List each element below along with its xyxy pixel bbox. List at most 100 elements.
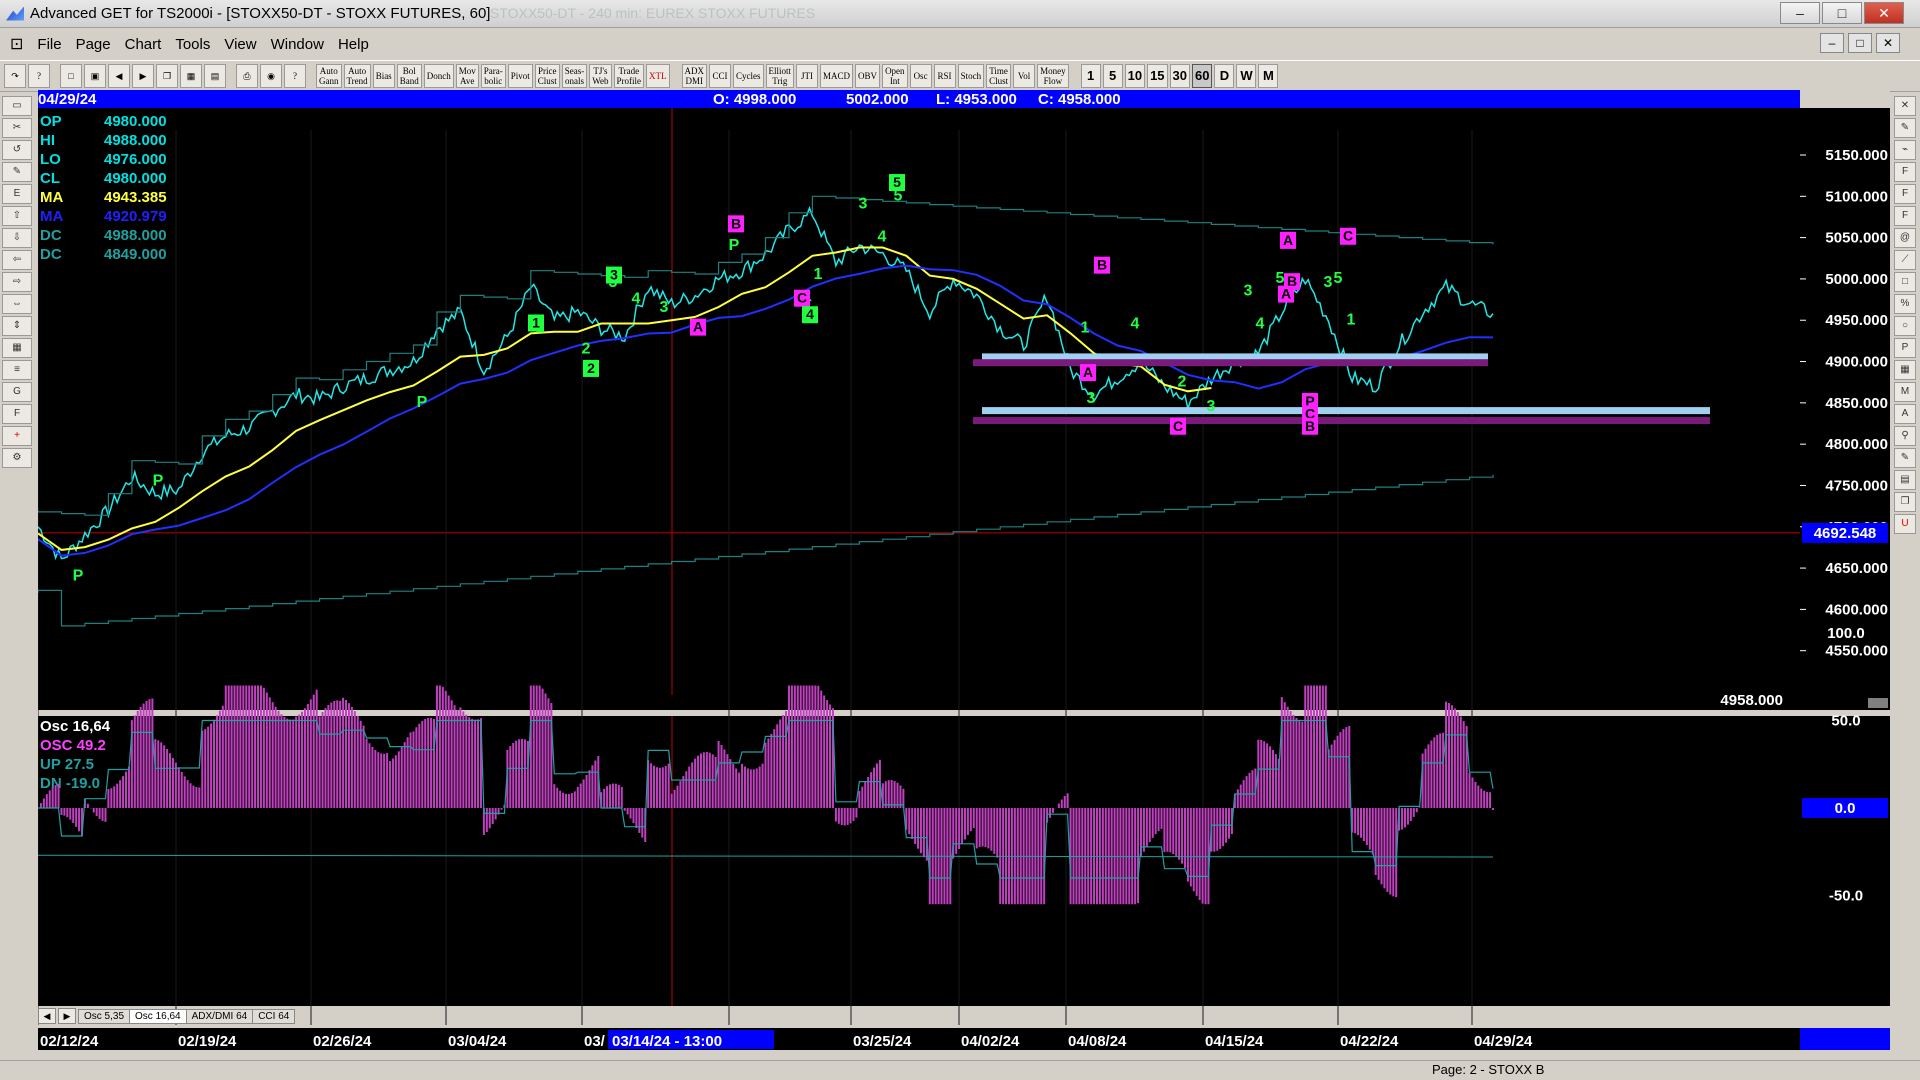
tool-zoom-out-icon[interactable]: ⇕ — [2, 316, 32, 336]
study-button-elliott-trig[interactable]: Elliott Trig — [765, 64, 795, 88]
tool-pencil-icon[interactable]: ✎ — [1894, 118, 1916, 138]
timeframe-button-m[interactable]: M — [1258, 64, 1279, 88]
tab-adx-dmi[interactable]: ADX/DMI 64 — [185, 1008, 254, 1024]
tool-left-icon[interactable]: ⇦ — [2, 250, 32, 270]
scroll-left-icon[interactable]: ◀ — [108, 64, 130, 88]
mdi-close-icon[interactable]: ✕ — [1876, 33, 1900, 53]
fit-icon[interactable]: ▤ — [204, 64, 226, 88]
tool-fib-ret-icon[interactable]: F — [1894, 162, 1916, 182]
study-button-seas-onals[interactable]: Seas- onals — [561, 64, 588, 88]
study-button-para-bolic[interactable]: Para- bolic — [480, 64, 506, 88]
timeframe-button-60[interactable]: 60 — [1192, 64, 1213, 88]
tool-fib-ext-icon[interactable]: F — [1894, 184, 1916, 204]
chart-area[interactable]: 04/29/24 O: 4998.000 5002.000 L: 4953.000 C:… — [38, 90, 1890, 1055]
menu-view[interactable]: View — [224, 36, 256, 53]
tool-scissors-icon[interactable]: ✂ — [2, 118, 32, 138]
timeframe-button-d[interactable]: D — [1214, 64, 1235, 88]
context-help-icon[interactable]: ? — [284, 64, 306, 88]
tool-down-icon[interactable]: ⇩ — [2, 228, 32, 248]
mdi-minimize-icon[interactable]: – — [1820, 33, 1844, 53]
tool-paint-icon[interactable]: ✎ — [1894, 448, 1916, 468]
study-button-cycles[interactable]: Cycles — [733, 64, 764, 88]
tool-spiral-icon[interactable]: @ — [1894, 228, 1916, 248]
study-button-time-clust[interactable]: Time Clust — [986, 64, 1012, 88]
tool-grid-icon[interactable]: ▦ — [1894, 360, 1916, 380]
timeframe-button-15[interactable]: 15 — [1147, 64, 1168, 88]
pointer-icon[interactable]: ↷ — [4, 64, 26, 88]
mdi-restore-icon[interactable]: □ — [1848, 33, 1872, 53]
tool-zoom-in-icon[interactable]: ⇔ — [2, 294, 32, 314]
study-button-stoch[interactable]: Stoch — [957, 64, 985, 88]
study-button-open-int[interactable]: Open Int — [882, 64, 908, 88]
tool-magnify-icon[interactable]: ⚲ — [1894, 426, 1916, 446]
timeframe-button-30[interactable]: 30 — [1169, 64, 1190, 88]
bulb-icon[interactable]: ◉ — [260, 64, 282, 88]
study-button-obv[interactable]: OBV — [855, 64, 881, 88]
tool-up-icon[interactable]: ⇧ — [2, 206, 32, 226]
tab-cci[interactable]: CCI 64 — [252, 1008, 296, 1024]
study-button-money-flow[interactable]: Money Flow — [1037, 64, 1069, 88]
tool-text-icon[interactable]: A — [1894, 404, 1916, 424]
menu-help[interactable]: Help — [338, 36, 369, 53]
print-icon[interactable]: ⎙ — [236, 64, 258, 88]
study-button-xtl[interactable]: XTL — [646, 64, 670, 88]
tab-osc-16-64[interactable]: Osc 16,64 — [129, 1008, 187, 1024]
tool-fan-icon[interactable]: ⟋ — [1894, 250, 1916, 270]
tool-gann-icon[interactable]: G — [2, 382, 32, 402]
tool-calc-icon[interactable]: ▤ — [1894, 470, 1916, 490]
tool-fib-icon[interactable]: F — [2, 404, 32, 424]
open-icon[interactable]: ▣ — [84, 64, 106, 88]
study-button-trade-profile[interactable]: Trade Profile — [613, 64, 645, 88]
tab-prev-icon[interactable]: ◀ — [38, 1008, 56, 1024]
study-button-mov-ave[interactable]: Mov Ave — [455, 64, 479, 88]
maximize-button[interactable]: □ — [1822, 2, 1862, 24]
study-button-donch[interactable]: Donch — [423, 64, 454, 88]
tool-study-icon[interactable]: ✎ — [2, 162, 32, 182]
study-button-bol-band[interactable]: Bol Band — [396, 64, 422, 88]
grid-icon[interactable]: ▦ — [180, 64, 202, 88]
menu-window[interactable]: Window — [271, 36, 324, 53]
study-button-cci[interactable]: CCI — [709, 64, 732, 88]
tool-copy-icon[interactable]: ❐ — [1894, 492, 1916, 512]
study-button-jti[interactable]: JTI — [796, 64, 819, 88]
tool-ellipse-icon[interactable]: ○ — [1894, 316, 1916, 336]
tool-folder-icon[interactable]: ▭ — [2, 96, 32, 116]
new-page-icon[interactable]: □ — [60, 64, 82, 88]
tool-right-icon[interactable]: ⇨ — [2, 272, 32, 292]
tool-cross-icon[interactable]: + — [2, 426, 32, 446]
study-button-auto-gann[interactable]: Auto Gann — [316, 64, 342, 88]
tool-brush-icon[interactable]: ⌁ — [1894, 140, 1916, 160]
study-button-auto-trend[interactable]: Auto Trend — [343, 64, 371, 88]
menu-page[interactable]: Page — [76, 36, 111, 53]
tool-pti-icon[interactable]: P — [1894, 338, 1916, 358]
tool-page-icon[interactable]: □ — [1894, 272, 1916, 292]
close-button[interactable]: ✕ — [1864, 2, 1904, 24]
study-button-vol[interactable]: Vol — [1013, 64, 1036, 88]
tool-pct-icon[interactable]: % — [1894, 294, 1916, 314]
study-button-bias[interactable]: Bias — [372, 64, 395, 88]
timeframe-button-10[interactable]: 10 — [1124, 64, 1146, 88]
tab-next-icon[interactable]: ▶ — [58, 1008, 76, 1024]
study-button-price-clust[interactable]: Price Clust — [534, 64, 560, 88]
copy-icon[interactable]: ❐ — [156, 64, 178, 88]
study-button-adx-dmi[interactable]: ADX DMI — [681, 64, 708, 88]
timeframe-button-5[interactable]: 5 — [1102, 64, 1123, 88]
timeframe-button-w[interactable]: W — [1236, 64, 1257, 88]
tool-fib-time-icon[interactable]: F — [1894, 206, 1916, 226]
scroll-right-icon[interactable]: ▶ — [132, 64, 154, 88]
menu-tools[interactable]: Tools — [175, 36, 210, 53]
study-button-pivot[interactable]: Pivot — [507, 64, 533, 88]
tool-lines-icon[interactable]: ≡ — [2, 360, 32, 380]
tool-grid-icon[interactable]: ▦ — [2, 338, 32, 358]
timeframe-button-1[interactable]: 1 — [1080, 64, 1101, 88]
study-button-osc[interactable]: Osc — [909, 64, 932, 88]
tool-elliott-icon[interactable]: E — [2, 184, 32, 204]
study-button-tj-s-web[interactable]: TJ's Web — [589, 64, 612, 88]
tool-u-turn-icon[interactable]: U — [1894, 514, 1916, 534]
tool-close-icon[interactable]: ✕ — [1894, 96, 1916, 116]
study-button-rsi[interactable]: RSI — [933, 64, 956, 88]
menu-file[interactable]: File — [37, 36, 61, 53]
menu-chart[interactable]: Chart — [125, 36, 162, 53]
tool-mob-icon[interactable]: M — [1894, 382, 1916, 402]
help-cursor-icon[interactable]: ? — [28, 64, 50, 88]
